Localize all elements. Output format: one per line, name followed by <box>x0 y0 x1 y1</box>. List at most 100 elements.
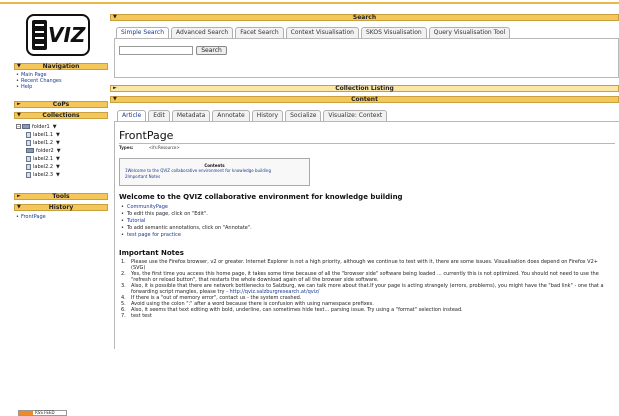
history-title: History <box>48 204 74 211</box>
tab-facet-search[interactable]: Facet Search <box>235 27 284 38</box>
file-icon <box>26 163 31 170</box>
content-title: Content <box>351 96 378 103</box>
note-item: 1. Please use the Firefox browser, v2 or … <box>121 259 598 271</box>
history-header[interactable]: ▼ History <box>14 204 108 211</box>
tab-socialize[interactable]: Socialize <box>285 110 322 121</box>
search-title: Search <box>352 14 377 21</box>
search-bar-header[interactable]: ▼ Search <box>110 14 619 21</box>
note-item: 3. Also, it is possible that there are ne… <box>121 283 604 295</box>
tree-node-label1-1[interactable]: label1.1 ▼ <box>16 131 108 139</box>
tree-label: label2.2 <box>33 164 54 170</box>
file-icon <box>26 171 31 178</box>
collapse-arrow-icon[interactable]: ▼ <box>113 97 117 102</box>
folder-icon <box>22 124 30 129</box>
collapse-arrow-icon[interactable]: ▼ <box>17 64 21 69</box>
tab-skos-visualisation[interactable]: SKOS Visualisation <box>360 27 427 38</box>
logo-q-icon <box>32 20 47 50</box>
tree-label: label2.1 <box>33 156 54 162</box>
note-item: 2. Yes, the first time you access this ho… <box>121 271 599 283</box>
tab-context-visualisation[interactable]: Context Visualisation <box>285 27 359 38</box>
expand-arrow-icon[interactable]: ► <box>17 194 21 199</box>
tab-annotate[interactable]: Annotate <box>212 110 250 121</box>
tree-node-folder2[interactable]: folder2 ▼ <box>16 147 108 155</box>
collections-header[interactable]: ▼ Collections <box>14 112 108 119</box>
tree-node-label1-2[interactable]: label1.2 ▼ <box>16 139 108 147</box>
note-item: 7. test test <box>121 313 152 319</box>
tree-label: label2.3 <box>33 172 54 178</box>
cops-header[interactable]: ► CoPs <box>14 101 108 108</box>
dropdown-arrow-icon[interactable]: ▼ <box>56 140 60 146</box>
file-icon <box>26 155 31 162</box>
navigation-header[interactable]: ▼ Navigation <box>14 63 108 70</box>
tab-visualize-context[interactable]: Visualize: Context <box>323 110 388 121</box>
dropdown-arrow-icon[interactable]: ▼ <box>57 148 61 154</box>
navigation-title: Navigation <box>42 63 80 70</box>
collapse-arrow-icon[interactable]: ▼ <box>113 15 117 20</box>
tab-metadata[interactable]: Metadata <box>171 110 211 121</box>
rss-feed-badge[interactable]: RSS FEED <box>18 410 67 416</box>
tree-node-label2-1[interactable]: label2.1 ▼ <box>16 155 108 163</box>
tree-label: label1.2 <box>33 140 54 146</box>
dropdown-arrow-icon[interactable]: ▼ <box>56 156 60 162</box>
cops-title: CoPs <box>52 101 70 108</box>
dropdown-arrow-icon[interactable]: ▼ <box>56 164 60 170</box>
tab-article[interactable]: Article <box>117 110 147 121</box>
list-item-community-page[interactable]: CommunityPage <box>121 204 617 211</box>
logo-text: VIZ <box>48 23 86 47</box>
important-notes-heading: Important Notes <box>119 249 184 257</box>
history-item-frontpage[interactable]: FrontPage <box>14 214 108 220</box>
tree-label: folder2 <box>36 148 54 154</box>
rss-badge-text: RSS FEED <box>35 410 55 415</box>
content-header[interactable]: ▼ Content <box>110 96 619 103</box>
tree-toggle-icon[interactable]: − <box>16 124 21 129</box>
search-tabs: Simple Search Advanced Search Facet Sear… <box>116 27 511 38</box>
history-list: FrontPage <box>14 214 108 220</box>
welcome-list: CommunityPage To edit this page, click o… <box>121 204 617 239</box>
tree-label: folder1 <box>32 124 50 130</box>
table-of-contents: Contents 1Welcome to the QVIZ collaborat… <box>119 158 310 186</box>
collapse-arrow-icon[interactable]: ▼ <box>17 205 21 210</box>
search-button[interactable]: Search <box>196 46 227 55</box>
types-label: Types: <box>119 145 134 150</box>
collections-tree: − folder1 ▼ label1.1 ▼ label1.2 ▼ folder2 ▼ l… <box>16 123 108 179</box>
search-panel <box>114 38 619 78</box>
tree-label: label1.1 <box>33 132 54 138</box>
search-input[interactable] <box>119 46 193 55</box>
tab-query-visualisation-tool[interactable]: Query Visualisation Tool <box>428 27 511 38</box>
types-value: <ifs:Resource> <box>148 145 180 150</box>
qviz-logo[interactable]: VIZ <box>26 14 90 56</box>
navigation-list: Main Page Recent Changes Help <box>14 72 108 90</box>
collection-listing-header[interactable]: ► Collection Listing <box>110 85 619 92</box>
important-notes-list: 1. Please use the Firefox browser, v2 or … <box>121 259 609 319</box>
dropdown-arrow-icon[interactable]: ▼ <box>56 132 60 138</box>
toc-item[interactable]: 2Important Notes <box>120 174 309 180</box>
tools-header[interactable]: ► Tools <box>14 193 108 200</box>
tree-node-label2-2[interactable]: label2.2 ▼ <box>16 163 108 171</box>
list-item-test-page[interactable]: test page for practice <box>121 232 617 239</box>
tree-node-folder1[interactable]: − folder1 ▼ <box>16 123 108 131</box>
tree-node-label2-3[interactable]: label2.3 ▼ <box>16 171 108 179</box>
tab-advanced-search[interactable]: Advanced Search <box>171 27 234 38</box>
page-title: FrontPage <box>119 129 174 142</box>
tab-simple-search[interactable]: Simple Search <box>116 27 170 38</box>
expand-arrow-icon[interactable]: ► <box>113 86 117 91</box>
collections-title: Collections <box>42 112 80 119</box>
collapse-arrow-icon[interactable]: ▼ <box>17 113 21 118</box>
expand-arrow-icon[interactable]: ► <box>17 102 21 107</box>
title-divider <box>119 143 615 144</box>
file-icon <box>26 131 31 138</box>
list-item: To edit this page, click on "Edit". <box>121 211 617 218</box>
nav-item-help[interactable]: Help <box>14 84 108 90</box>
tab-history[interactable]: History <box>251 110 284 121</box>
dropdown-arrow-icon[interactable]: ▼ <box>53 124 57 130</box>
types-meta: Types: <ifs:Resource> <box>119 145 180 150</box>
list-item-tutorial[interactable]: Tutorial <box>121 218 617 225</box>
collection-listing-title: Collection Listing <box>335 85 394 92</box>
tab-edit[interactable]: Edit <box>148 110 170 121</box>
tools-title: Tools <box>52 193 70 200</box>
top-accent-line <box>0 2 619 4</box>
list-item: To add semantic annotations, click on "A… <box>121 225 617 232</box>
dropdown-arrow-icon[interactable]: ▼ <box>56 172 60 178</box>
file-icon <box>26 139 31 146</box>
welcome-heading: Welcome to the QVIZ collaborative enviro… <box>119 193 403 201</box>
